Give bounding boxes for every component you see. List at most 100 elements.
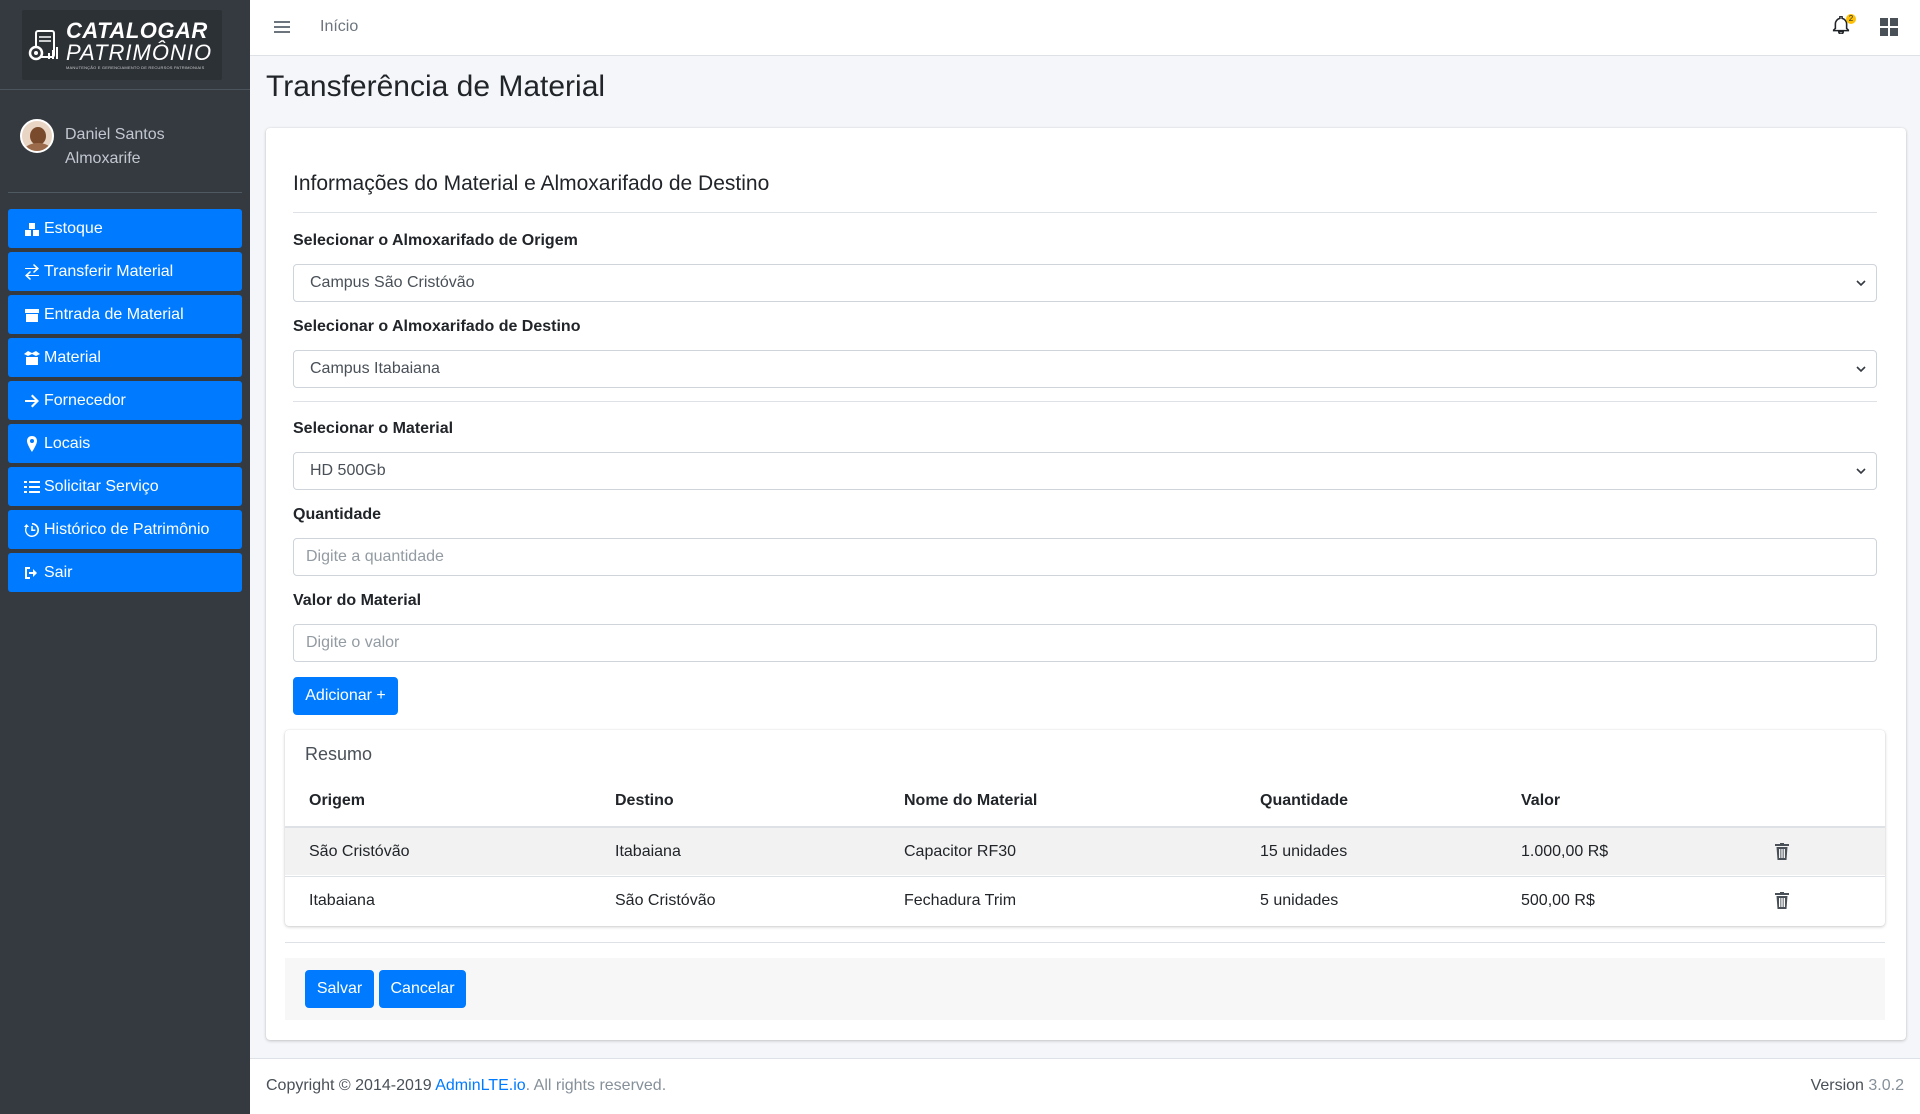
transfer-form-card: Informações do Material e Almoxarifado d…	[266, 128, 1906, 1040]
cell-quantidade: 5 unidades	[1260, 892, 1339, 909]
gear-logo-icon	[26, 25, 62, 65]
sidebar-item-label: Histórico de Patrimônio	[44, 520, 210, 538]
valor-label: Valor do Material	[293, 592, 422, 609]
grid-icon[interactable]	[1880, 18, 1898, 36]
trash-icon[interactable]	[1775, 843, 1789, 860]
map-marker-icon	[23, 435, 41, 452]
valor-placeholder: Digite o valor	[306, 634, 400, 651]
cancel-button[interactable]: Cancelar	[379, 970, 466, 1008]
add-button[interactable]: Adicionar +	[293, 677, 398, 715]
material-label: Selecionar o Material	[293, 420, 454, 437]
sidebar-item-locais[interactable]: Locais	[8, 424, 242, 463]
destino-label: Selecionar o Almoxarifado de Destino	[293, 318, 581, 335]
boxes-icon	[23, 221, 41, 237]
user-role: Almoxarife	[65, 150, 141, 167]
destino-select[interactable]: Campus Itabaiana	[293, 350, 1877, 388]
trash-icon[interactable]	[1775, 892, 1789, 909]
home-link[interactable]: Início	[320, 18, 358, 36]
material-select-value: HD 500Gb	[310, 462, 386, 479]
arrow-right-icon	[23, 393, 41, 409]
sidebar-item-estoque[interactable]: Estoque	[8, 209, 242, 248]
bell-icon[interactable]: 2	[1832, 14, 1856, 38]
origem-select-value: Campus São Cristóvão	[310, 274, 475, 291]
copyright-text: Copyright © 2014-2019	[266, 1077, 436, 1094]
divider	[293, 401, 1877, 402]
cell-origem: São Cristóvão	[309, 843, 410, 860]
page-title: Transferência de Material	[266, 70, 606, 103]
origem-label: Selecionar o Almoxarifado de Origem	[293, 232, 578, 249]
history-icon	[23, 522, 41, 538]
sidebar-nav: Estoque Transferir Material Entrada de M…	[8, 209, 242, 596]
version-label: Version	[1810, 1077, 1864, 1094]
resumo-title: Resumo	[305, 744, 373, 764]
chevron-down-icon	[1856, 468, 1866, 475]
table-row: Itabaiana São Cristóvão Fechadura Trim 5…	[285, 876, 1885, 925]
sidebar-item-label: Transferir Material	[44, 262, 174, 280]
sidebar-item-material[interactable]: Material	[8, 338, 242, 377]
divider	[293, 212, 1877, 213]
sidebar-item-historico-de-patrimonio[interactable]: Histórico de Patrimônio	[8, 510, 242, 549]
save-button[interactable]: Salvar	[305, 970, 374, 1008]
cell-origem: Itabaiana	[309, 892, 375, 909]
avatar[interactable]	[20, 119, 54, 153]
quantidade-placeholder: Digite a quantidade	[306, 548, 444, 565]
section-title: Informações do Material e Almoxarifado d…	[293, 172, 770, 195]
box-open-icon	[23, 350, 41, 366]
brand-line1: CATALOGAR	[66, 17, 208, 43]
cell-quantidade: 15 unidades	[1260, 843, 1348, 860]
page-footer: Copyright © 2014-2019 AdminLTE.io. All r…	[250, 1058, 1920, 1114]
version-value: 3.0.2	[1868, 1077, 1904, 1094]
topbar: Início 2	[250, 0, 1920, 56]
origem-select[interactable]: Campus São Cristóvão	[293, 264, 1877, 302]
cell-destino: São Cristóvão	[615, 892, 716, 909]
quantidade-input[interactable]: Digite a quantidade	[293, 538, 1877, 576]
quantidade-label: Quantidade	[293, 506, 382, 523]
sidebar-item-label: Locais	[44, 434, 91, 452]
sidebar-item-label: Material	[44, 348, 101, 366]
sidebar: CATALOGAR PATRIMÔNIO MANUTENÇÃO E GERENC…	[0, 0, 250, 1114]
sidebar-item-label: Fornecedor	[44, 391, 126, 409]
form-actions: Salvar Cancelar	[285, 958, 1885, 1020]
box-icon	[23, 307, 41, 323]
sidebar-item-label: Sair	[44, 563, 73, 581]
column-header: Quantidade	[1260, 792, 1349, 809]
brand[interactable]: CATALOGAR PATRIMÔNIO MANUTENÇÃO E GERENC…	[0, 0, 250, 90]
chevron-down-icon	[1856, 366, 1866, 373]
sidebar-item-fornecedor[interactable]: Fornecedor	[8, 381, 242, 420]
sidebar-item-label: Solicitar Serviço	[44, 477, 159, 495]
divider	[285, 942, 1885, 943]
sidebar-item-entrada-de-material[interactable]: Entrada de Material	[8, 295, 242, 334]
material-select[interactable]: HD 500Gb	[293, 452, 1877, 490]
destino-select-value: Campus Itabaiana	[310, 360, 440, 377]
column-header: Destino	[615, 792, 674, 809]
sidebar-item-label: Estoque	[44, 219, 103, 237]
exchange-icon	[23, 263, 41, 280]
sidebar-item-label: Entrada de Material	[44, 305, 184, 323]
menu-toggle-icon[interactable]	[274, 18, 290, 38]
table-row: São Cristóvão Itabaiana Capacitor RF30 1…	[285, 826, 1885, 875]
user-panel[interactable]: Daniel Santos Almoxarife	[20, 105, 240, 185]
valor-input[interactable]: Digite o valor	[293, 624, 1877, 662]
cell-destino: Itabaiana	[615, 843, 681, 860]
sidebar-divider	[8, 192, 242, 193]
sign-out-icon	[23, 565, 41, 581]
brand-logo[interactable]: CATALOGAR PATRIMÔNIO MANUTENÇÃO E GERENC…	[22, 9, 222, 80]
cell-valor: 500,00 R$	[1521, 892, 1595, 909]
cell-valor: 1.000,00 R$	[1521, 843, 1609, 860]
resumo-table: Resumo Origem Destino Nome do Material Q…	[285, 730, 1885, 926]
cell-material: Fechadura Trim	[904, 892, 1017, 909]
notification-badge: 2	[1846, 14, 1856, 24]
list-check-icon	[23, 479, 41, 495]
user-name[interactable]: Daniel Santos	[65, 123, 165, 147]
rights-text: . All rights reserved.	[525, 1077, 667, 1094]
sidebar-item-solicitar-servico[interactable]: Solicitar Serviço	[8, 467, 242, 506]
chevron-down-icon	[1856, 280, 1866, 287]
column-header: Nome do Material	[904, 792, 1038, 809]
adminlte-link[interactable]: AdminLTE.io	[435, 1077, 525, 1094]
cell-material: Capacitor RF30	[904, 843, 1017, 860]
sidebar-item-transferir-material[interactable]: Transferir Material	[8, 252, 242, 291]
brand-tagline: MANUTENÇÃO E GERENCIAMENTO DE RECURSOS P…	[66, 64, 205, 70]
column-header: Origem	[309, 792, 366, 809]
sidebar-item-sair[interactable]: Sair	[8, 553, 242, 592]
brand-line2: PATRIMÔNIO	[66, 39, 213, 65]
